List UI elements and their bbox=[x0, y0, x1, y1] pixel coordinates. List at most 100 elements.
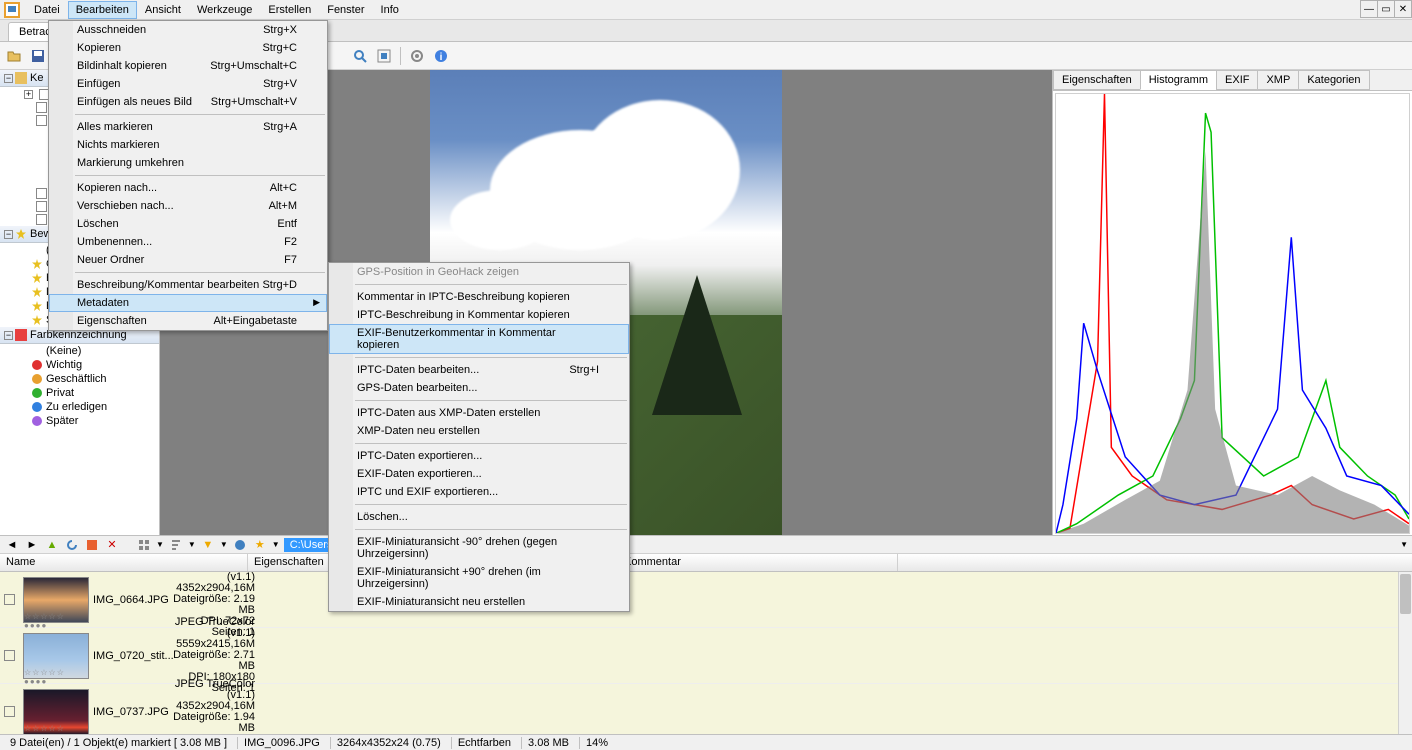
view-grid-icon[interactable] bbox=[136, 537, 152, 553]
menuitem-beschreibung-kommentar-bearbeiten[interactable]: Beschreibung/Kommentar bearbeitenStrg+D bbox=[49, 276, 327, 294]
refresh-icon[interactable] bbox=[64, 537, 80, 553]
menuitem-kopieren-nach-[interactable]: Kopieren nach...Alt+C bbox=[49, 179, 327, 197]
tab-xmp[interactable]: XMP bbox=[1257, 70, 1299, 90]
menuitem-xmp-daten-neu-erstellen[interactable]: XMP-Daten neu erstellen bbox=[329, 422, 629, 440]
status-zoom: 14% bbox=[579, 737, 614, 749]
menuitem-einf-gen[interactable]: EinfügenStrg+V bbox=[49, 75, 327, 93]
col-name[interactable]: Name bbox=[0, 554, 248, 571]
edit-menu-dropdown: AusschneidenStrg+XKopierenStrg+CBildinha… bbox=[48, 20, 328, 331]
menuitem-verschieben-nach-[interactable]: Verschieben nach...Alt+M bbox=[49, 197, 327, 215]
menuitem-metadaten[interactable]: Metadaten▶ bbox=[49, 294, 327, 312]
menu-info[interactable]: Info bbox=[373, 1, 407, 19]
menu-datei[interactable]: Datei bbox=[26, 1, 68, 19]
menuitem-bildinhalt-kopieren[interactable]: Bildinhalt kopierenStrg+Umschalt+C bbox=[49, 57, 327, 75]
menuitem-l-schen[interactable]: LöschenEntf bbox=[49, 215, 327, 233]
menu-erstellen[interactable]: Erstellen bbox=[260, 1, 319, 19]
menu-bearbeiten[interactable]: Bearbeiten bbox=[68, 1, 137, 19]
filename: IMG_0720_stit... bbox=[93, 650, 169, 662]
tab-eigenschaften[interactable]: Eigenschaften bbox=[1053, 70, 1141, 90]
delete-icon[interactable]: ✕ bbox=[104, 537, 120, 553]
menuitem-exif-benutzerkommentar-in-kommentar-kopieren[interactable]: EXIF-Benutzerkommentar in Kommentar kopi… bbox=[329, 324, 629, 354]
window-controls: — ▭ ✕ bbox=[1361, 0, 1412, 18]
row-checkbox[interactable] bbox=[4, 650, 15, 661]
menuitem-kommentar-in-iptc-beschreibung-kopieren[interactable]: Kommentar in IPTC-Beschreibung kopieren bbox=[329, 288, 629, 306]
menuitem-umbenennen-[interactable]: Umbenennen...F2 bbox=[49, 233, 327, 251]
menuitem-kopieren[interactable]: KopierenStrg+C bbox=[49, 39, 327, 57]
menuitem-gps-daten-bearbeiten-[interactable]: GPS-Daten bearbeiten... bbox=[329, 379, 629, 397]
menuitem-neuer-ordner[interactable]: Neuer OrdnerF7 bbox=[49, 251, 327, 269]
colorlabel-5[interactable]: Später bbox=[0, 414, 159, 428]
menuitem-exif-miniaturansicht-drehen-im-uhrzeigersinn-[interactable]: EXIF-Miniaturansicht +90° drehen (im Uhr… bbox=[329, 563, 629, 593]
star-icon[interactable]: ★ bbox=[252, 537, 268, 553]
menuitem-gps-position-in-geohack-zeigen: GPS-Position in GeoHack zeigen bbox=[329, 263, 629, 281]
zoom-icon[interactable] bbox=[350, 46, 370, 66]
filter-icon[interactable]: ▼ bbox=[200, 537, 216, 553]
thumbnail: ☆☆☆☆☆ ●●●● bbox=[23, 577, 89, 623]
menuitem-iptc-daten-aus-xmp-daten-erstellen[interactable]: IPTC-Daten aus XMP-Daten erstellen bbox=[329, 404, 629, 422]
menuitem-exif-miniaturansicht-drehen-gegen-uhrzeigersinn-[interactable]: EXIF-Miniaturansicht -90° drehen (gegen … bbox=[329, 533, 629, 563]
colorlabel-4[interactable]: Zu erledigen bbox=[0, 400, 159, 414]
status-dims: 3264x4352x24 (0.75) bbox=[330, 737, 447, 749]
tab-kategorien[interactable]: Kategorien bbox=[1298, 70, 1369, 90]
menuitem-nichts-markieren[interactable]: Nichts markieren bbox=[49, 136, 327, 154]
info-tabs: Eigenschaften Histogramm EXIF XMP Katego… bbox=[1053, 70, 1412, 91]
tab-histogramm[interactable]: Histogramm bbox=[1140, 70, 1217, 90]
menuitem-markierung-umkehren[interactable]: Markierung umkehren bbox=[49, 154, 327, 172]
edit-icon[interactable] bbox=[84, 537, 100, 553]
gear-icon[interactable] bbox=[407, 46, 427, 66]
menuitem-iptc-beschreibung-in-kommentar-kopieren[interactable]: IPTC-Beschreibung in Kommentar kopieren bbox=[329, 306, 629, 324]
file-row[interactable]: ☆☆☆☆☆ ●●●●IMG_0720_stit...JPEG TrueColor… bbox=[0, 628, 1412, 684]
collapse-icon[interactable]: − bbox=[4, 74, 13, 83]
status-bar: 9 Datei(en) / 1 Objekt(e) markiert [ 3.0… bbox=[0, 734, 1412, 750]
globe-icon[interactable] bbox=[232, 537, 248, 553]
status-colortype: Echtfarben bbox=[451, 737, 517, 749]
menuitem-ausschneiden[interactable]: AusschneidenStrg+X bbox=[49, 21, 327, 39]
dropdown-icon[interactable]: ▼ bbox=[1400, 540, 1408, 549]
categories-label: Ke bbox=[30, 72, 43, 84]
file-props: JPEG TrueColor (v1.1)4352x2904,16MDateig… bbox=[169, 679, 255, 736]
fit-icon[interactable] bbox=[374, 46, 394, 66]
menuitem-iptc-daten-bearbeiten-[interactable]: IPTC-Daten bearbeiten...Strg+I bbox=[329, 361, 629, 379]
forward-icon[interactable]: ► bbox=[24, 537, 40, 553]
colorlabel-2[interactable]: Geschäftlich bbox=[0, 372, 159, 386]
row-checkbox[interactable] bbox=[4, 706, 15, 717]
colorlabel-1[interactable]: Wichtig bbox=[0, 358, 159, 372]
colorlabel-3[interactable]: Privat bbox=[0, 386, 159, 400]
menuitem-eigenschaften[interactable]: EigenschaftenAlt+Eingabetaste bbox=[49, 312, 327, 330]
metadata-submenu: GPS-Position in GeoHack zeigen Kommentar … bbox=[328, 262, 630, 612]
menuitem-exif-miniaturansicht-neu-erstellen[interactable]: EXIF-Miniaturansicht neu erstellen bbox=[329, 593, 629, 611]
right-pane: Eigenschaften Histogramm EXIF XMP Katego… bbox=[1052, 70, 1412, 535]
status-count: 9 Datei(en) / 1 Objekt(e) markiert [ 3.0… bbox=[4, 737, 233, 749]
colorlabel-0[interactable]: (Keine) bbox=[0, 344, 159, 358]
up-icon[interactable]: ▲ bbox=[44, 537, 60, 553]
menuitem-einf-gen-als-neues-bild[interactable]: Einfügen als neues BildStrg+Umschalt+V bbox=[49, 93, 327, 111]
sort-icon[interactable] bbox=[168, 537, 184, 553]
thumbnail: ☆☆☆☆☆ ●●●● bbox=[23, 633, 89, 679]
save-icon[interactable] bbox=[28, 46, 48, 66]
col-props[interactable]: Eigenschaften bbox=[248, 554, 334, 571]
maximize-button[interactable]: ▭ bbox=[1377, 0, 1395, 18]
back-icon[interactable]: ◄ bbox=[4, 537, 20, 553]
close-button[interactable]: ✕ bbox=[1394, 0, 1412, 18]
open-icon[interactable] bbox=[4, 46, 24, 66]
row-checkbox[interactable] bbox=[4, 594, 15, 605]
minimize-button[interactable]: — bbox=[1360, 0, 1378, 18]
tab-exif[interactable]: EXIF bbox=[1216, 70, 1258, 90]
menuitem-iptc-daten-exportieren-[interactable]: IPTC-Daten exportieren... bbox=[329, 447, 629, 465]
file-browser: ◄ ► ▲ ✕ ▼ ▼ ▼ ▼ ★ ▼ C:\Users\idubach\Doc… bbox=[0, 535, 1412, 735]
filename: IMG_0737.JPG bbox=[93, 706, 169, 718]
scrollbar[interactable] bbox=[1398, 572, 1412, 735]
file-row[interactable]: ☆☆☆☆☆ ●●●●IMG_0737.JPGJPEG TrueColor (v1… bbox=[0, 684, 1412, 735]
info-icon[interactable]: i bbox=[431, 46, 451, 66]
menu-fenster[interactable]: Fenster bbox=[319, 1, 372, 19]
menuitem-alles-markieren[interactable]: Alles markierenStrg+A bbox=[49, 118, 327, 136]
col-comment[interactable]: Kommentar bbox=[618, 554, 898, 571]
menu-werkzeuge[interactable]: Werkzeuge bbox=[189, 1, 260, 19]
app-icon bbox=[4, 2, 20, 18]
menuitem-exif-daten-exportieren-[interactable]: EXIF-Daten exportieren... bbox=[329, 465, 629, 483]
menuitem-l-schen-[interactable]: Löschen... bbox=[329, 508, 629, 526]
menu-ansicht[interactable]: Ansicht bbox=[137, 1, 189, 19]
menuitem-iptc-und-exif-exportieren-[interactable]: IPTC und EXIF exportieren... bbox=[329, 483, 629, 501]
status-size: 3.08 MB bbox=[521, 737, 575, 749]
histogram-chart bbox=[1055, 93, 1410, 534]
